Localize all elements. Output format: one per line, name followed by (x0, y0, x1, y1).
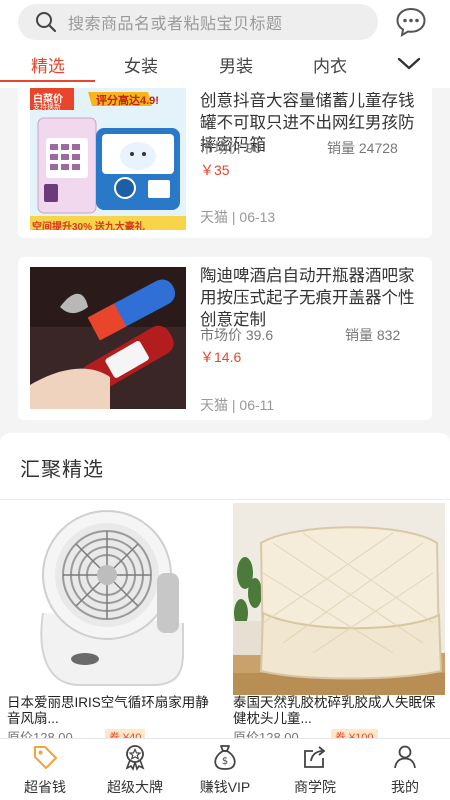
grid-item[interactable]: 日本爱丽思IRIS空气循环扇家用静音风扇... 原价128.00 券 ¥40 (7, 503, 219, 753)
shop-date: 天猫 | 06-13 (200, 209, 276, 225)
grid-item[interactable]: 泰国天然乳胶枕碎乳胶成人失眠保健枕头儿童... 原价128.00 券 ¥100 (233, 503, 445, 753)
market-price: 市场价 39.6 (200, 327, 274, 343)
message-icon[interactable] (395, 6, 427, 38)
money-bag-icon: $ (214, 745, 236, 770)
share-icon (304, 746, 326, 768)
bottom-navigation: 超省钱 超级大牌 $ 赚钱VIP 商学院 我的 (0, 738, 450, 800)
tab-underwear[interactable]: 内衣 (290, 52, 370, 77)
medal-icon (125, 745, 145, 771)
badge-cheap-sub: 支持换新 (33, 104, 61, 111)
search-icon (36, 12, 57, 33)
search-placeholder: 搜索商品名或者粘贴宝贝标题 (68, 16, 283, 33)
grid-item-title: 泰国天然乳胶枕碎乳胶成人失眠保健枕头儿童... (233, 695, 436, 726)
nav-item-big-brands[interactable]: 超级大牌 (90, 743, 180, 797)
category-tabs: 精选 女装 男装 内衣 (0, 46, 450, 84)
product-image-bottle-opener (30, 267, 186, 409)
product-image-fan (7, 503, 219, 695)
product-list[interactable]: 白菜价 支持换新 评分高达4.9! 空间提升30% 送九大豪礼 创意抖音大容量储… (0, 88, 450, 423)
top-bar: 搜索商品名或者粘贴宝贝标题 精选 女装 男装 内衣 (0, 0, 450, 88)
sales-count: 销量 832 (345, 327, 401, 343)
nav-label: 商学院 (294, 779, 336, 795)
featured-section: 汇聚精选 日本爱丽思IRIS空气循环扇家用静音风扇... 泰国天然乳胶枕碎乳胶成… (0, 433, 450, 753)
nav-label: 超省钱 (24, 779, 66, 795)
nav-label: 我的 (391, 779, 419, 795)
tag-icon (34, 746, 57, 769)
user-icon (394, 745, 416, 769)
divider (0, 499, 450, 500)
nav-label: 超级大牌 (107, 779, 163, 795)
product-price: ￥14.6 (200, 349, 242, 365)
nav-item-mine[interactable]: 我的 (360, 743, 450, 797)
svg-text:$: $ (222, 756, 228, 767)
section-title: 汇聚精选 (20, 459, 104, 481)
product-card[interactable]: 陶迪啤酒启自动开瓶器酒吧家用按压式起子无痕开盖器个性创意定制 市场价 39.6 … (18, 257, 432, 420)
grid-item-title: 日本爱丽思IRIS空气循环扇家用静音风扇... (7, 695, 209, 726)
product-image-piggy-bank: 白菜价 支持换新 评分高达4.9! 空间提升30% 送九大豪礼 (30, 88, 186, 230)
tab-men[interactable]: 男装 (196, 52, 276, 77)
active-tab-indicator (0, 80, 95, 82)
product-card[interactable]: 白菜价 支持换新 评分高达4.9! 空间提升30% 送九大豪礼 创意抖音大容量储… (18, 88, 432, 238)
nav-item-save-money[interactable]: 超省钱 (0, 743, 90, 797)
nav-item-vip[interactable]: $ 赚钱VIP (180, 743, 270, 797)
nav-label: 赚钱VIP (199, 779, 251, 795)
chevron-down-icon[interactable] (396, 54, 422, 74)
product-image-pillow (233, 503, 445, 695)
search-bar[interactable]: 搜索商品名或者粘贴宝贝标题 (18, 4, 378, 40)
sales-count: 销量 24728 (327, 140, 398, 156)
product-price: ￥35 (200, 162, 230, 178)
tab-women[interactable]: 女装 (101, 52, 181, 77)
banner-text: 空间提升30% 送九大豪礼 (32, 222, 145, 230)
nav-item-academy[interactable]: 商学院 (270, 743, 360, 797)
shop-date: 天猫 | 06-11 (200, 397, 275, 413)
badge-rating: 评分高达4.9! (96, 95, 159, 107)
tab-featured[interactable]: 精选 (8, 52, 88, 77)
product-title[interactable]: 陶迪啤酒启自动开瓶器酒吧家用按压式起子无痕开盖器个性创意定制 (200, 265, 420, 331)
market-price: 市场价 90 (200, 140, 262, 156)
